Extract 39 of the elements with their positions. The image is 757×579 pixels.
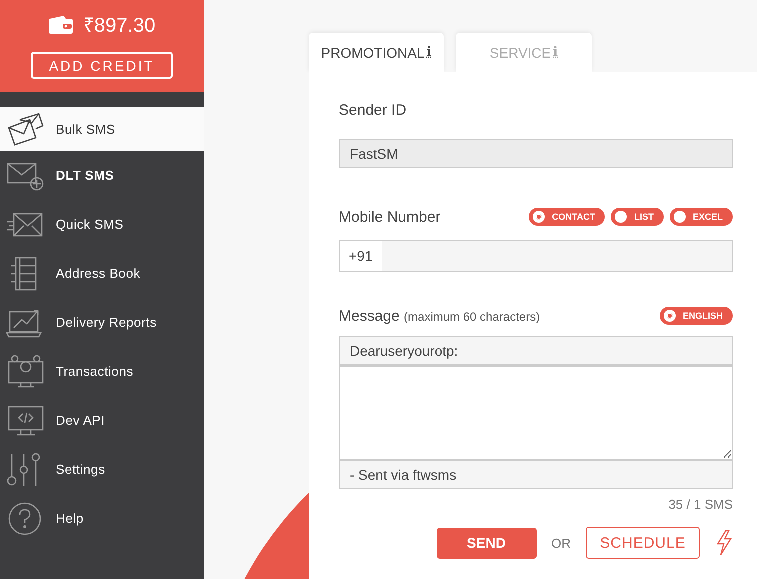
nav-item[interactable]: DLT SMS bbox=[0, 151, 204, 200]
tab-label: SERVICE bbox=[490, 44, 552, 60]
radio-chip[interactable]: ENGLISH bbox=[660, 307, 733, 325]
nav-item[interactable]: Settings bbox=[0, 445, 204, 494]
field-label: Message (maximum 60 characters) bbox=[339, 308, 540, 324]
envelopes-icon bbox=[6, 112, 44, 146]
wallet-icon bbox=[48, 14, 74, 34]
nav-item[interactable]: Quick SMS bbox=[0, 200, 204, 249]
monitor-coins-icon bbox=[6, 354, 44, 388]
nav-item[interactable]: Help bbox=[0, 494, 204, 543]
message-prefix-field: Dearuseryourotp: bbox=[339, 336, 733, 365]
nav-item[interactable]: Address Book bbox=[0, 249, 204, 298]
nav-item[interactable]: Bulk SMS bbox=[0, 107, 204, 151]
lightning-icon[interactable] bbox=[715, 530, 733, 556]
or-text: OR bbox=[552, 536, 571, 550]
monitor-code-icon bbox=[6, 404, 44, 438]
field-label: Sender ID bbox=[339, 102, 408, 119]
info-icon: i bbox=[553, 45, 558, 60]
radio-chip[interactable]: LIST bbox=[611, 208, 664, 226]
tab-label: PROMOTIONAL bbox=[321, 44, 425, 60]
mobile-number-field[interactable]: +91 bbox=[339, 240, 733, 272]
country-code: +91 bbox=[340, 241, 382, 271]
nav-item[interactable]: Dev API bbox=[0, 396, 204, 445]
character-counter: 35 / 1 SMS bbox=[668, 497, 733, 512]
help-icon bbox=[6, 502, 44, 536]
add-credit-button[interactable]: ADD CREDIT bbox=[31, 52, 173, 79]
schedule-button[interactable]: SCHEDULE bbox=[586, 527, 700, 559]
message-suffix-field: - Sent via ftwsms bbox=[339, 460, 733, 489]
info-icon: i bbox=[426, 45, 432, 60]
nav-item[interactable]: Transactions bbox=[0, 347, 204, 396]
send-button[interactable]: SEND bbox=[436, 528, 536, 558]
radio-chip[interactable]: EXCEL bbox=[670, 208, 733, 226]
balance-amount: ₹897.30 bbox=[83, 14, 156, 38]
radio-chip[interactable]: CONTACT bbox=[529, 208, 606, 226]
message-input[interactable] bbox=[339, 365, 733, 460]
nav-item[interactable]: Delivery Reports bbox=[0, 298, 204, 347]
sender-id-field[interactable]: FastSM bbox=[339, 139, 733, 168]
tab[interactable]: PROMOTIONALi bbox=[309, 33, 444, 72]
field-label: Mobile Number bbox=[339, 208, 441, 226]
